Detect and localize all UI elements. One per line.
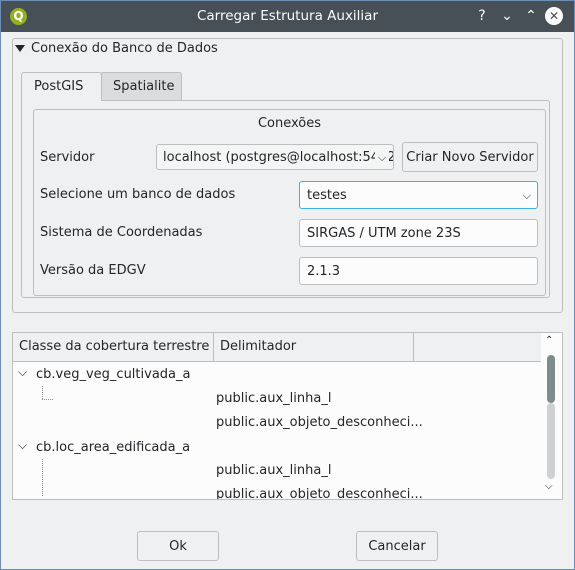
database-combobox[interactable]: testes ⌵ [299,181,538,209]
maximize-icon[interactable]: ⌃ [522,7,540,25]
database-label: Selecione um banco de dados [40,187,236,202]
edgv-version-field[interactable]: 2.1.3 [299,257,538,285]
connections-group: Conexões Servidor localhost (postgres@lo… [33,109,546,296]
database-connection-group: Conexão do Banco de Dados PostGIS Spatia… [12,38,563,313]
scrollbar-thumb[interactable] [547,355,555,403]
scroll-down-icon[interactable]: ⌵ [545,481,553,492]
new-server-button[interactable]: Criar Novo Servidor [402,142,538,172]
tree-branch-line [42,399,53,400]
tab-spatialite[interactable]: Spatialite [100,72,182,100]
tree-group-row[interactable]: cb.veg_veg_cultivada_a [36,364,190,386]
server-label: Servidor [40,150,95,165]
expand-chevron-icon[interactable]: ⌵ [18,438,27,453]
tree-child-row[interactable]: public.aux_objeto_desconheci... [216,484,423,499]
cancel-button[interactable]: Cancelar [356,531,438,561]
tree-branch-line [42,386,43,399]
close-icon[interactable]: ✕ [545,7,563,25]
column-header-delimiter[interactable]: Delimitador [214,333,414,361]
server-combobox[interactable]: localhost (postgres@localhost:5432 ⌵ [156,144,394,170]
chevron-down-icon: ⌵ [375,145,389,169]
scroll-up-icon[interactable]: ⌃ [545,335,553,346]
tree-child-row[interactable]: public.aux_linha_l [216,388,331,410]
chevron-down-icon: ⌵ [522,189,531,202]
tab-postgis[interactable]: PostGIS [21,72,102,101]
group-title: Conexão do Banco de Dados [31,41,218,56]
land-cover-tree[interactable]: Classe da cobertura terrestre Delimitado… [12,332,563,500]
server-value: localhost (postgres@localhost:5432 [163,150,394,165]
postgis-tab-pane: Conexões Servidor localhost (postgres@lo… [21,100,550,298]
edgv-label: Versão da EDGV [40,263,146,278]
minimize-icon[interactable]: ⌄ [498,7,516,25]
scrollbar-track[interactable] [547,403,555,479]
database-value: testes [307,188,347,203]
title-bar[interactable]: Q Carregar Estrutura Auxiliar ? ⌄ ⌃ ✕ [1,1,574,32]
tree-child-row[interactable]: public.aux_linha_l [216,460,331,482]
tree-child-row[interactable]: public.aux_objeto_desconheci... [216,412,423,434]
help-icon[interactable]: ? [473,7,491,25]
tree-branch-line [42,459,43,496]
crs-field[interactable]: SIRGAS / UTM zone 23S [299,219,538,247]
tree-header: Classe da cobertura terrestre Delimitado… [13,333,541,362]
tree-group-row[interactable]: cb.loc_area_edificada_a [36,437,190,459]
group-collapse-toggle[interactable]: Conexão do Banco de Dados [15,40,218,58]
dialog-window: Q Carregar Estrutura Auxiliar ? ⌄ ⌃ ✕ Co… [0,0,575,570]
column-header-class[interactable]: Classe da cobertura terrestre [13,333,214,361]
expand-chevron-icon[interactable]: ⌵ [18,365,27,380]
connections-title: Conexões [257,116,322,131]
collapse-triangle-icon[interactable] [15,45,25,52]
ok-button[interactable]: Ok [137,531,219,561]
vertical-scrollbar[interactable]: ⌃ ⌵ [543,333,562,499]
crs-label: Sistema de Coordenadas [40,225,203,240]
